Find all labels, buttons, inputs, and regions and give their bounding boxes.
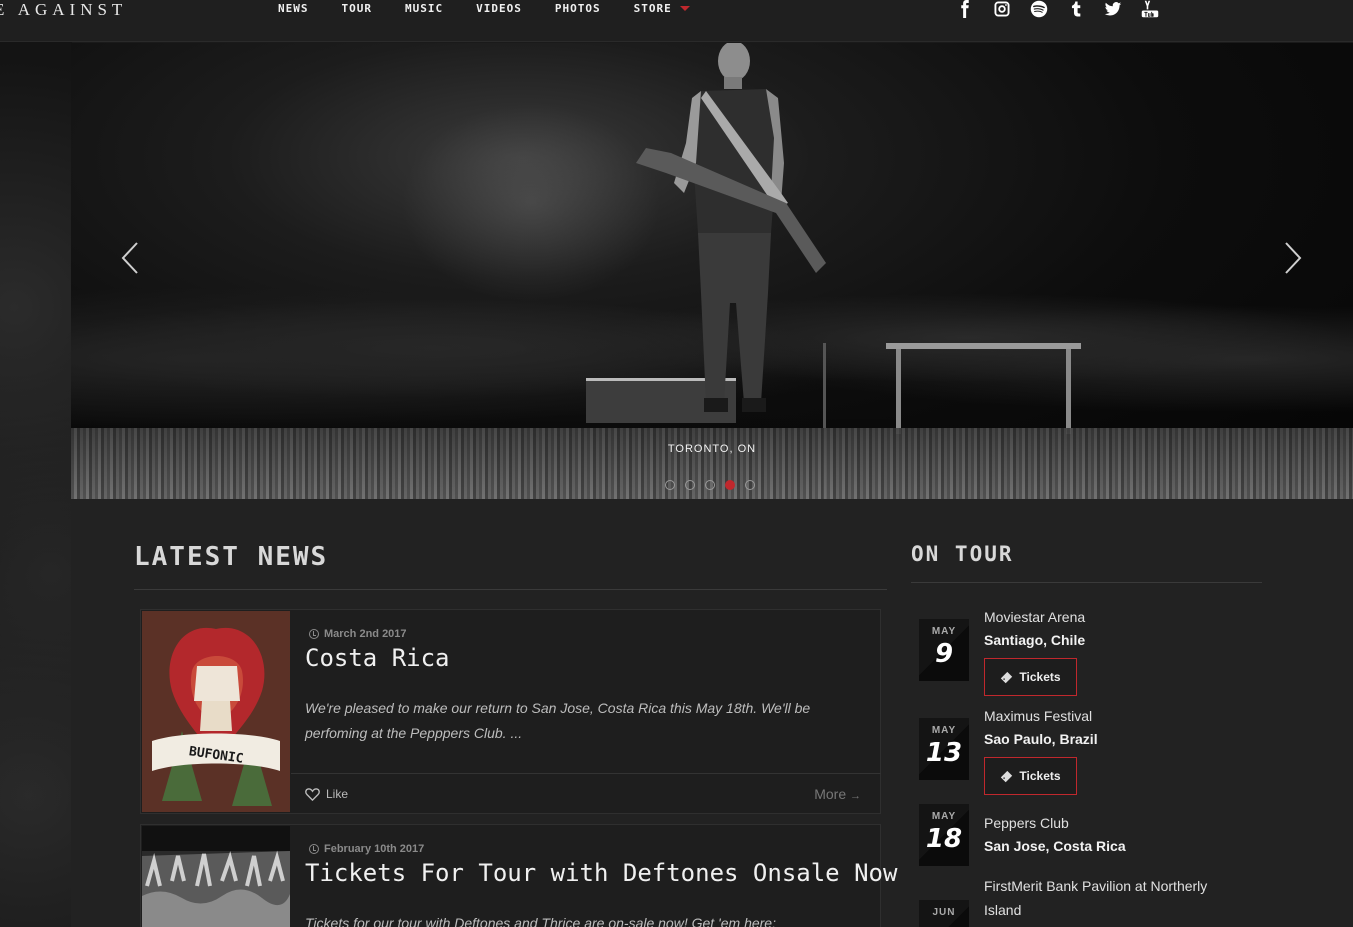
like-button[interactable]: Like: [305, 787, 348, 801]
slider-dot[interactable]: [665, 480, 675, 490]
clock-icon: [309, 629, 319, 639]
news-thumbnail[interactable]: [142, 826, 290, 927]
date-month: MAY: [931, 725, 957, 736]
tour-date-item: MAY 9 Moviestar Arena Santiago, Chile Ti…: [919, 609, 1259, 704]
slider-dot[interactable]: [745, 480, 755, 490]
nav-tour-label: TOUR: [341, 2, 372, 15]
social-links: [954, 0, 1176, 18]
chevron-left-icon: [121, 242, 138, 274]
nav-photos-label: PHOTOS: [554, 2, 601, 15]
venue-name: Peppers Club: [984, 815, 1069, 831]
news-card: BUFONIC March 2nd 2017 Costa Rica We're …: [140, 609, 881, 814]
chevron-right-icon: [1285, 242, 1302, 274]
ticket-icon: [1001, 770, 1013, 782]
nav-music-label: MUSIC: [405, 2, 444, 15]
nav-store[interactable]: STORE: [634, 2, 690, 15]
venue-name: Moviestar Arena: [984, 609, 1086, 625]
nav-videos[interactable]: VIDEOS: [476, 2, 522, 15]
facebook-icon[interactable]: [954, 0, 976, 18]
venue-name: Maximus Festival: [984, 708, 1093, 724]
heart-icon: [305, 787, 320, 801]
tumblr-icon[interactable]: [1065, 0, 1087, 18]
hero-slider: TORONTO, ON: [71, 43, 1353, 499]
news-title[interactable]: Costa Rica: [305, 644, 450, 672]
more-link[interactable]: More →: [814, 786, 861, 802]
tickets-label: Tickets: [1019, 670, 1061, 684]
youtube-icon[interactable]: [1139, 0, 1161, 18]
news-divider: [134, 589, 887, 590]
news-title[interactable]: Tickets For Tour with Deftones Onsale No…: [305, 859, 897, 887]
news-excerpt: Tickets for our tour with Deftones and T…: [305, 915, 776, 927]
clock-icon: [309, 844, 319, 854]
tour-date-item: JUN FirstMerit Bank Pavilion at Northerl…: [919, 878, 1259, 927]
nav-store-label: STORE: [633, 2, 672, 15]
date-badge: MAY 18: [919, 804, 969, 866]
main-content: LATEST NEWS BUFONIC March 2nd 2017 Costa…: [71, 499, 1353, 927]
caret-down-icon: [679, 6, 690, 11]
instagram-icon[interactable]: [991, 0, 1013, 18]
date-month: MAY: [931, 626, 957, 637]
nav-tour[interactable]: TOUR: [342, 2, 373, 15]
slider-prev-button[interactable]: [115, 238, 145, 278]
nav-news[interactable]: NEWS: [278, 2, 309, 15]
venue-city: Sao Paulo, Brazil: [984, 731, 1098, 747]
more-label: More: [814, 786, 847, 802]
slide-caption: TORONTO, ON: [667, 443, 757, 455]
slider-next-button[interactable]: [1278, 238, 1308, 278]
main-nav: NEWS TOUR MUSIC VIDEOS PHOTOS STORE: [278, 2, 723, 15]
latest-news-heading: LATEST NEWS: [134, 542, 329, 572]
tickets-label: Tickets: [1019, 769, 1061, 783]
date-day: 18: [925, 824, 963, 854]
stage-truss: [886, 343, 1081, 434]
slider-dot-active[interactable]: [725, 480, 735, 490]
news-footer: Like More →: [291, 773, 881, 813]
side-texture: [0, 42, 72, 927]
date-badge: MAY 13: [919, 718, 969, 780]
news-card: February 10th 2017 Tickets For Tour with…: [140, 824, 897, 927]
date-badge: JUN: [919, 900, 969, 927]
top-navigation-bar: E AGAINST NEWS TOUR MUSIC VIDEOS PHOTOS …: [0, 0, 1353, 42]
tickets-button[interactable]: Tickets: [984, 757, 1077, 795]
twitter-icon[interactable]: [1102, 0, 1124, 18]
news-date-text: March 2nd 2017: [324, 628, 407, 640]
date-badge: MAY 9: [919, 619, 969, 681]
nav-news-label: NEWS: [278, 2, 309, 15]
ticket-icon: [1001, 671, 1013, 683]
date-month: JUN: [932, 907, 956, 918]
news-date: March 2nd 2017: [309, 628, 407, 640]
guitarist-figure: [636, 43, 826, 412]
nav-photos[interactable]: PHOTOS: [555, 2, 601, 15]
date-month: MAY: [931, 811, 957, 822]
news-date: February 10th 2017: [309, 843, 424, 855]
venue-city: San Jose, Costa Rica: [984, 838, 1126, 854]
nav-music[interactable]: MUSIC: [405, 2, 443, 15]
news-date-text: February 10th 2017: [324, 843, 425, 855]
venue-city: Santiago, Chile: [984, 632, 1086, 648]
tickets-button[interactable]: Tickets: [984, 658, 1077, 696]
slider-dot[interactable]: [705, 480, 715, 490]
slider-dots: [665, 480, 765, 490]
on-tour-heading: ON TOUR: [911, 542, 1014, 566]
like-label: Like: [326, 787, 349, 801]
arrow-right-icon: →: [850, 790, 861, 802]
slider-dot[interactable]: [685, 480, 695, 490]
date-day: 9: [934, 639, 954, 669]
tour-date-item: MAY 13 Maximus Festival Sao Paulo, Brazi…: [919, 708, 1259, 803]
date-day: 13: [925, 738, 963, 768]
news-excerpt: We're pleased to make our return to San …: [305, 700, 811, 741]
tour-divider: [911, 582, 1262, 583]
spotify-icon[interactable]: [1028, 0, 1050, 18]
news-thumbnail[interactable]: BUFONIC: [142, 611, 290, 812]
site-logo[interactable]: E AGAINST: [0, 0, 127, 20]
nav-videos-label: VIDEOS: [476, 2, 522, 15]
venue-name: FirstMerit Bank Pavilion at Northerly Is…: [984, 878, 1208, 918]
